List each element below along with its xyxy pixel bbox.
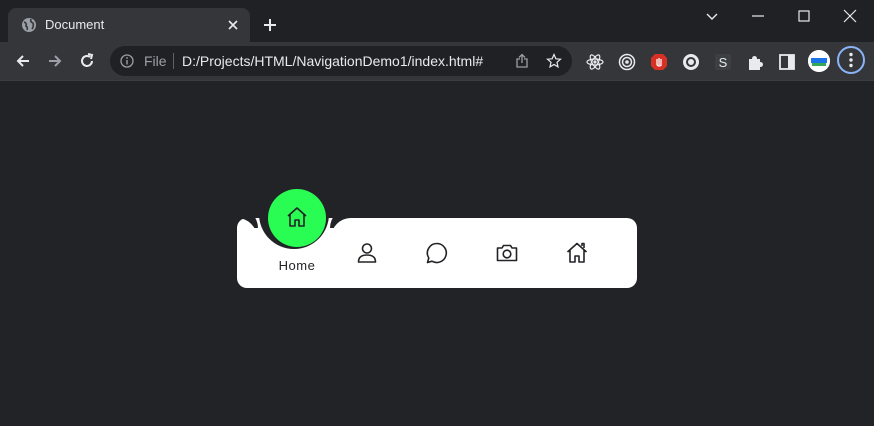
navigation-bar: Home [237,179,637,288]
svg-text:S: S [719,55,728,70]
forward-button[interactable] [46,52,64,70]
reload-button[interactable] [78,52,96,70]
browser-menu-button[interactable] [837,46,865,74]
browser-toolbar: File D:/Projects/HTML/NavigationDemo1/in… [0,42,874,81]
avatar-image [808,50,830,72]
bookmark-star-icon[interactable] [546,53,562,69]
nav-item-profile[interactable] [332,218,402,288]
new-tab-button[interactable] [262,17,278,33]
camera-icon [496,244,518,262]
page-viewport: Home [0,81,874,426]
tab-search-icon[interactable] [704,8,720,24]
back-button[interactable] [14,52,32,70]
info-icon[interactable] [120,54,134,68]
url-scheme-label: File [144,53,167,69]
side-panel-icon[interactable] [778,53,796,71]
close-window-button[interactable] [842,8,858,24]
tab-title: Document [45,17,105,32]
browser-tab[interactable]: Document [8,8,250,42]
chatgpt-icon[interactable] [682,53,700,71]
user-icon [357,243,377,263]
address-bar[interactable]: File D:/Projects/HTML/NavigationDemo1/in… [110,46,572,76]
s-extension-icon[interactable]: S [714,53,732,71]
puzzle-icon[interactable] [746,53,764,71]
nav-item-messages[interactable] [402,218,472,288]
message-icon [426,242,448,264]
home-icon [566,242,588,263]
url-divider [173,53,174,69]
stop-hand-icon[interactable] [650,53,668,71]
url-text[interactable]: D:/Projects/HTML/NavigationDemo1/index.h… [182,53,483,69]
target-icon[interactable] [618,53,636,71]
profile-avatar[interactable] [808,50,830,72]
minimize-button[interactable] [750,8,766,24]
browser-title-bar: Document [0,0,874,42]
maximize-button[interactable] [796,8,812,24]
share-icon[interactable] [514,53,530,69]
nav-item-camera[interactable] [472,218,542,288]
react-devtools-icon[interactable] [586,53,604,71]
close-tab-icon[interactable] [226,18,240,32]
nav-item-home[interactable]: Home [262,218,332,288]
nav-item-home-2[interactable] [542,218,612,288]
more-vertical-icon [849,52,853,68]
globe-icon [22,18,36,32]
